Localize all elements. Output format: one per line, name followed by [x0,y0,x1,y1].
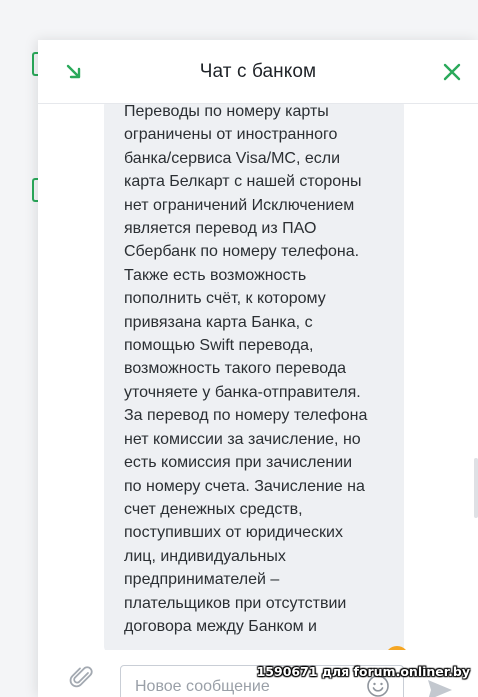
attach-button[interactable] [68,664,96,692]
scrollbar-thumb[interactable] [474,458,478,518]
screen: Чат с банком Переводы по номеру карты ог… [0,0,478,697]
close-icon [443,63,461,81]
bank-message-bubble: Переводы по номеру карты ограничены от и… [104,104,404,654]
chat-window: Чат с банком Переводы по номеру карты ог… [38,40,478,697]
scrollbar-track[interactable] [472,104,478,664]
watermark: 1590671 для forum.onliner.by [256,664,470,679]
chat-title: Чат с банком [199,60,317,82]
arrow-down-right-icon [66,64,81,79]
message-text: Переводы по номеру карты ограничены от и… [124,104,368,635]
send-icon [428,680,452,697]
message-list[interactable]: Переводы по номеру карты ограничены от и… [38,104,478,660]
chat-header: Чат с банком [38,40,478,104]
paperclip-icon [69,666,93,688]
minimize-button[interactable] [62,60,86,84]
close-button[interactable] [440,60,464,84]
